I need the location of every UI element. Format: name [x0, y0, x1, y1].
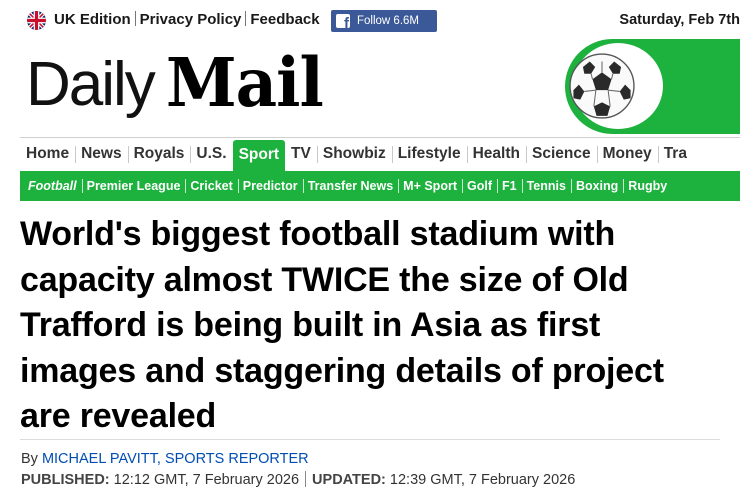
subnav-item-premier-league[interactable]: Premier League — [81, 171, 186, 201]
nav-item-lifestyle[interactable]: Lifestyle — [391, 138, 467, 171]
uk-flag-icon[interactable] — [27, 11, 46, 30]
nav-item-money[interactable]: Money — [596, 138, 658, 171]
article-dates: PUBLISHED: 12:12 GMT, 7 February 2026 UPD… — [21, 471, 575, 488]
byline-prefix: By — [21, 451, 38, 467]
logo-daily-text: Daily — [26, 50, 156, 119]
subnav-item-predictor[interactable]: Predictor — [237, 171, 303, 201]
published-label: PUBLISHED: — [21, 472, 110, 488]
subnav-item-tennis[interactable]: Tennis — [521, 171, 571, 201]
top-utility-bar: UK Edition Privacy Policy Feedback f Follo… — [0, 0, 740, 40]
divider — [245, 11, 247, 26]
nav-item-showbiz[interactable]: Showbiz — [316, 138, 392, 171]
subnav-item-f1[interactable]: F1 — [496, 171, 522, 201]
facebook-follow-label: Follow 6.6M — [357, 15, 419, 27]
byline-divider — [20, 439, 720, 440]
subnav-item-golf[interactable]: Golf — [461, 171, 497, 201]
nav-item-home[interactable]: Home — [20, 138, 75, 171]
uk-edition-link[interactable]: UK Edition — [54, 11, 131, 28]
nav-item-sport[interactable]: Sport — [232, 140, 286, 171]
subnav-item-transfer-news[interactable]: Transfer News — [302, 171, 398, 201]
facebook-icon: f — [336, 14, 350, 28]
sport-sub-nav: Football Premier League Cricket Predicto… — [20, 171, 740, 201]
feedback-link[interactable]: Feedback — [250, 11, 319, 28]
masthead: Daily Mail — [20, 36, 740, 136]
date-divider — [305, 471, 307, 487]
subnav-item-m-plus-sport[interactable]: M+ Sport — [398, 171, 462, 201]
updated-label: UPDATED: — [312, 472, 386, 488]
main-nav: Home News Royals U.S. Sport TV Showbiz L… — [20, 137, 740, 171]
nav-item-science[interactable]: Science — [525, 138, 597, 171]
article-headline: World's biggest football stadium with ca… — [20, 215, 664, 435]
current-date: Saturday, Feb 7th — [619, 12, 740, 28]
subnav-item-cricket[interactable]: Cricket — [185, 171, 237, 201]
subnav-item-football[interactable]: Football — [20, 171, 82, 201]
nav-item-tv[interactable]: TV — [285, 138, 317, 171]
nav-item-health[interactable]: Health — [466, 138, 526, 171]
subnav-item-rugby[interactable]: Rugby — [623, 171, 672, 201]
facebook-follow-button[interactable]: f Follow 6.6M — [331, 10, 437, 32]
nav-item-travel[interactable]: Tra — [657, 138, 693, 171]
nav-item-news[interactable]: News — [75, 138, 128, 171]
nav-item-royals[interactable]: Royals — [127, 138, 191, 171]
updated-date: 12:39 GMT, 7 February 2026 — [389, 472, 576, 488]
daily-mail-logo[interactable]: Daily Mail — [26, 39, 324, 129]
divider — [134, 11, 136, 26]
top-links: UK Edition Privacy Policy Feedback — [54, 11, 320, 28]
subnav-item-boxing[interactable]: Boxing — [570, 171, 623, 201]
privacy-policy-link[interactable]: Privacy Policy — [140, 11, 242, 28]
football-icon — [569, 53, 635, 119]
published-date: 12:12 GMT, 7 February 2026 — [113, 472, 300, 488]
byline: By MICHAEL PAVITT, SPORTS REPORTER — [21, 451, 309, 467]
author-link[interactable]: MICHAEL PAVITT, SPORTS REPORTER — [42, 451, 309, 467]
logo-mail-text: Mail — [165, 44, 324, 123]
nav-item-us[interactable]: U.S. — [190, 138, 232, 171]
